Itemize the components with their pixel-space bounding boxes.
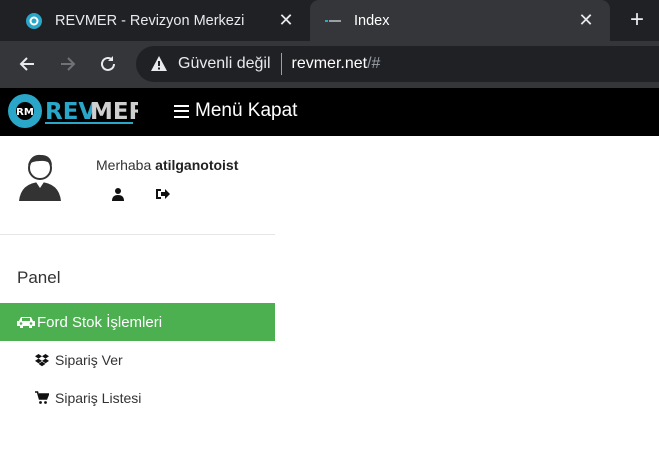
car-icon bbox=[17, 317, 35, 328]
svg-text:MER: MER bbox=[90, 99, 138, 125]
hamburger-icon bbox=[174, 104, 189, 118]
svg-text:RM: RM bbox=[16, 107, 34, 118]
browser-tabbar: REVMER - Revizyon Merkezi ✕ Index ✕ + bbox=[0, 0, 659, 41]
url-path: /# bbox=[367, 55, 381, 72]
divider bbox=[280, 53, 282, 75]
back-arrow-icon[interactable] bbox=[15, 52, 39, 76]
reload-icon[interactable] bbox=[96, 52, 120, 76]
sidebar-divider bbox=[0, 234, 275, 235]
sidebar-item-siparis-ver[interactable]: Sipariş Ver bbox=[35, 350, 123, 370]
tab-title: Index bbox=[354, 12, 390, 29]
username: atilganotoist bbox=[155, 157, 239, 173]
tab-index[interactable]: Index ✕ bbox=[310, 0, 610, 41]
sidebar-item-label: Sipariş Listesi bbox=[55, 390, 142, 406]
close-tab-icon[interactable]: ✕ bbox=[576, 10, 596, 31]
warning-icon bbox=[151, 56, 167, 71]
address-bar[interactable]: Güvenli değil revmer.net/# bbox=[136, 46, 659, 82]
panel-title: Panel bbox=[17, 268, 61, 287]
url-text[interactable]: revmer.net/# bbox=[292, 55, 381, 73]
page-favicon-icon bbox=[324, 12, 342, 30]
sidebar-item-label: Sipariş Ver bbox=[55, 352, 123, 368]
user-profile-icon[interactable] bbox=[111, 187, 125, 201]
svg-text:REV: REV bbox=[45, 99, 96, 125]
avatar bbox=[17, 151, 63, 201]
forward-arrow-icon[interactable] bbox=[56, 52, 80, 76]
app-header: RM REV MER bbox=[0, 88, 659, 136]
dropbox-icon bbox=[35, 354, 49, 367]
menu-toggle-label: Menü Kapat bbox=[195, 100, 298, 121]
cart-icon bbox=[35, 391, 49, 404]
tab-title: REVMER - Revizyon Merkezi bbox=[55, 12, 245, 29]
close-tab-icon[interactable]: ✕ bbox=[276, 10, 296, 31]
url-host: revmer.net bbox=[291, 55, 368, 72]
sidebar-item-label: Ford Stok İşlemleri bbox=[37, 313, 163, 331]
security-label[interactable]: Güvenli değil bbox=[178, 55, 271, 73]
revmer-logo[interactable]: RM REV MER bbox=[4, 92, 147, 132]
user-greeting: Merhaba atilganotoist bbox=[96, 157, 238, 173]
sidebar-item-siparis-listesi[interactable]: Sipariş Listesi bbox=[35, 388, 141, 408]
logout-icon[interactable] bbox=[155, 187, 170, 201]
tab-revmer[interactable]: REVMER - Revizyon Merkezi ✕ bbox=[0, 0, 310, 41]
new-tab-button[interactable]: + bbox=[624, 6, 650, 33]
sidebar-item-ford-stok[interactable]: Ford Stok İşlemleri bbox=[0, 303, 275, 341]
revmer-logo-icon bbox=[25, 12, 43, 30]
menu-toggle-button[interactable]: Menü Kapat bbox=[174, 100, 297, 122]
greeting-text: Merhaba bbox=[96, 157, 152, 173]
